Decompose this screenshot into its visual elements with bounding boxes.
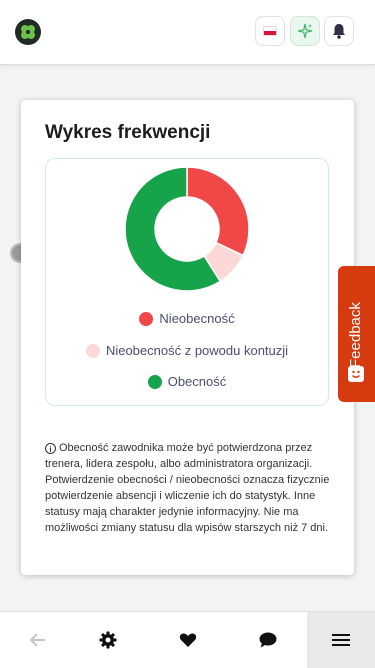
smiley-icon xyxy=(348,366,364,382)
favorites-button[interactable] xyxy=(150,612,225,668)
menu-icon xyxy=(332,634,350,646)
settings-button[interactable] xyxy=(70,612,145,668)
ai-assistant-button[interactable] xyxy=(290,16,320,46)
donut-slice-0[interactable] xyxy=(186,166,250,257)
heart-icon xyxy=(179,633,196,647)
feedback-button[interactable]: Feedback xyxy=(338,266,375,402)
legend-label-presence: Obecność xyxy=(167,374,227,389)
legend-dot-injury-absence xyxy=(85,343,100,358)
sparkles-icon xyxy=(297,23,313,39)
attendance-chart: Nieobecność Nieobecność z powodu kontuzj… xyxy=(45,158,329,406)
settings-gear-icon xyxy=(99,631,116,649)
top-app-bar xyxy=(0,0,375,65)
card-title: Wykres frekwencji xyxy=(45,122,211,143)
attendance-card: Wykres frekwencji Nieobecność Nieobecnoś… xyxy=(21,100,354,575)
back-arrow-icon xyxy=(29,633,45,647)
feedback-label: Feedback xyxy=(347,302,364,368)
attendance-info-note: i Obecność zawodnika może być potwierdzon… xyxy=(45,440,333,536)
chat-bubble-icon xyxy=(259,632,276,648)
legend-dot-absence xyxy=(139,311,154,326)
donut-chart xyxy=(124,166,250,292)
messages-button[interactable] xyxy=(230,612,305,668)
menu-button[interactable] xyxy=(307,612,375,668)
legend-item-injury-absence[interactable]: Nieobecność z powodu kontuzji xyxy=(46,343,328,358)
back-button[interactable] xyxy=(0,612,75,668)
poland-flag-icon xyxy=(263,26,277,36)
info-icon: i xyxy=(45,443,56,454)
legend-label-absence: Nieobecność xyxy=(159,311,235,326)
info-text: Obecność zawodnika może być potwierdzona… xyxy=(45,442,330,534)
legend-label-injury-absence: Nieobecność z powodu kontuzji xyxy=(105,343,289,358)
notifications-button[interactable] xyxy=(324,16,354,46)
language-button[interactable] xyxy=(255,16,285,46)
legend-item-absence[interactable]: Nieobecność xyxy=(46,311,328,326)
legend-dot-presence xyxy=(147,374,162,389)
bell-icon xyxy=(333,24,345,39)
clover-logo-icon[interactable] xyxy=(15,19,41,45)
bottom-navigation xyxy=(0,611,375,668)
legend-item-presence[interactable]: Obecność xyxy=(46,374,328,389)
